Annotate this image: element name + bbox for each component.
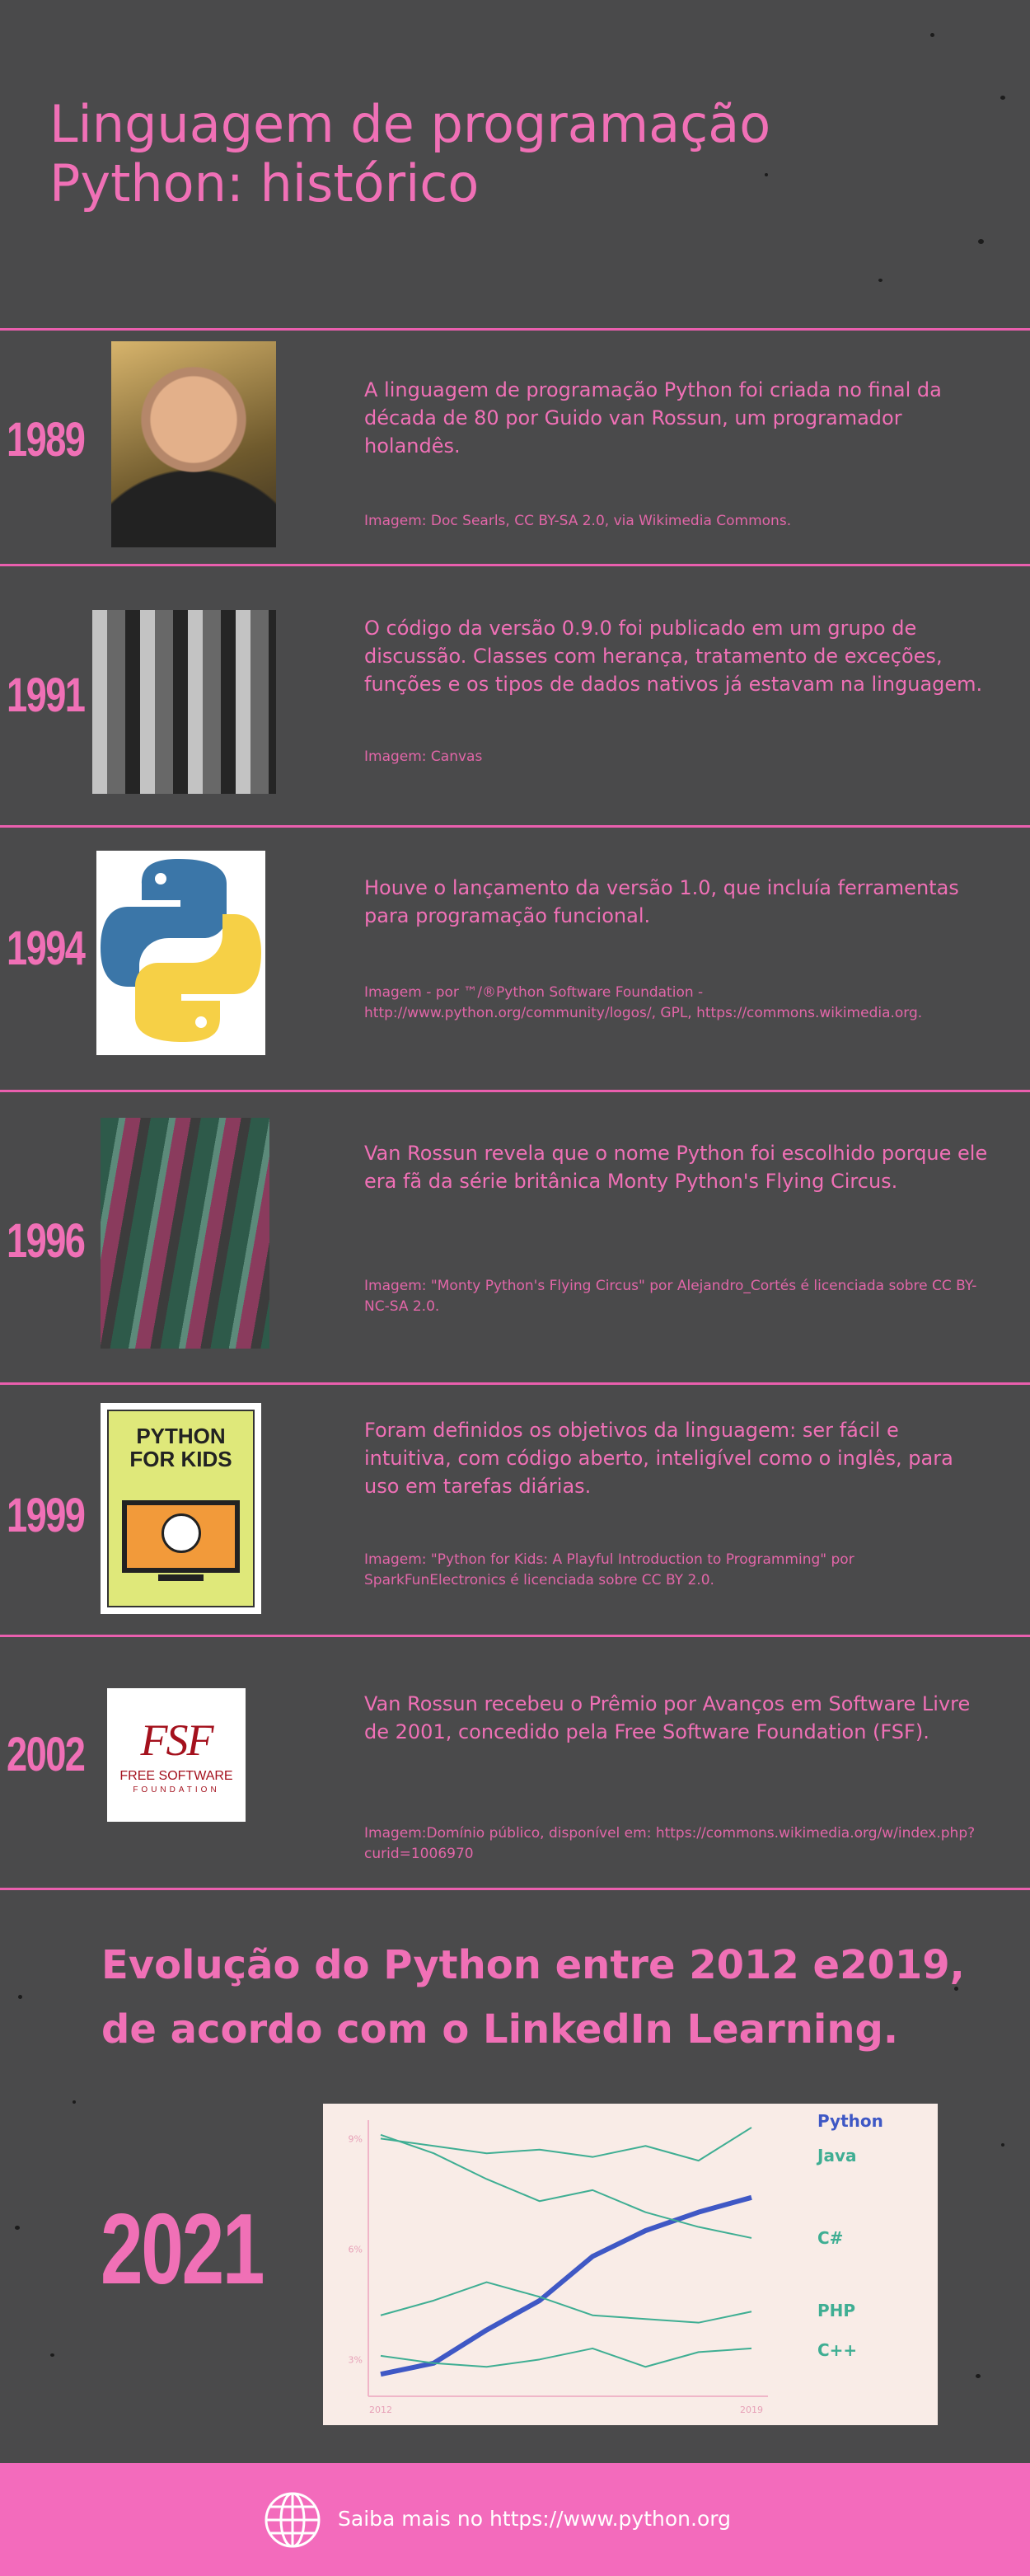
legend-label: Python (817, 2111, 883, 2131)
image-credit: Imagem: Canvas (364, 748, 483, 765)
divider (0, 564, 1030, 566)
year-label: 1989 (7, 413, 86, 467)
background-speck (878, 279, 883, 282)
divider (0, 1382, 1030, 1385)
background-speck (1001, 2143, 1004, 2147)
background-speck (15, 2226, 20, 2230)
python-website-link[interactable]: Saiba mais no https://www.python.org (338, 2507, 731, 2531)
background-speck (1000, 96, 1005, 100)
line-chart: 3% 6% 9% 2012 2019 Python Java C# PHP C++ (349, 2111, 883, 2415)
image-credit: Imagem: "Python for Kids: A Playful Intr… (364, 1551, 854, 1588)
divider (0, 1888, 1030, 1890)
divider (0, 1090, 1030, 1092)
image-credit: Imagem: Doc Searls, CC BY-SA 2.0, via Wi… (364, 513, 792, 529)
footer: Saiba mais no https://www.python.org (0, 2463, 1030, 2576)
python-for-kids-book-cover: PYTHON FOR KIDS (101, 1403, 261, 1614)
image-credit: Imagem:Domínio público, disponível em: h… (364, 1825, 976, 1862)
series-line-c (380, 2133, 752, 2239)
background-speck (978, 239, 984, 244)
chart-section-title: Evolução do Python entre 2012 e2019, de … (101, 1942, 965, 2053)
year-label: 1991 (7, 669, 86, 722)
entry-text: Houve o lançamento da versão 1.0, que in… (364, 876, 959, 927)
image-credit: Imagem: "Monty Python's Flying Circus" p… (364, 1278, 977, 1315)
x-tick-label: 2019 (740, 2405, 763, 2415)
year-label: 1999 (7, 1489, 86, 1542)
series-line-c (380, 2347, 752, 2368)
background-speck (930, 33, 934, 37)
divider (0, 1635, 1030, 1637)
background-speck (18, 1995, 22, 1999)
page-title: Linguagem de programação Python: históri… (49, 94, 771, 213)
year-label: 1994 (7, 922, 86, 975)
x-tick-label: 2012 (369, 2405, 392, 2415)
legend-label: C++ (817, 2340, 857, 2360)
monty-python-dvd-photo (101, 1118, 269, 1349)
y-tick-label: 9% (349, 2133, 363, 2144)
y-tick-label: 3% (349, 2354, 363, 2365)
divider (0, 328, 1030, 331)
legend-label: Java (816, 2146, 856, 2165)
series-line-php (380, 2281, 752, 2324)
series-line-java (380, 2127, 752, 2162)
book-title-line: FOR KIDS (129, 1447, 232, 1471)
entry-text: Van Rossun recebeu o Prêmio por Avanços … (364, 1692, 971, 1743)
fsf-logo-text: FOUNDATION (133, 1785, 220, 1795)
language-trend-chart: 3% 6% 9% 2012 2019 Python Java C# PHP C++ (323, 2104, 938, 2425)
entry-text: Van Rossun revela que o nome Python foi … (364, 1142, 988, 1193)
fsf-logo-text: FREE SOFTWARE (119, 1769, 233, 1783)
background-speck (50, 2353, 54, 2357)
discussion-group-photo (92, 610, 276, 794)
legend-label: C# (817, 2228, 843, 2248)
y-tick-label: 6% (349, 2244, 363, 2255)
entry-text: Foram definidos os objetivos da linguage… (364, 1419, 953, 1498)
series-line-python (380, 2194, 752, 2377)
image-credit: Imagem - por ™/®Python Software Foundati… (364, 984, 923, 1021)
guido-van-rossum-photo (111, 341, 276, 547)
year-label: 2002 (7, 1728, 86, 1781)
book-title-line: PYTHON (136, 1424, 226, 1448)
entry-text: O código da versão 0.9.0 foi publicado e… (364, 617, 983, 696)
background-speck (976, 2374, 981, 2378)
year-label-2021: 2021 (101, 2193, 265, 2305)
fsf-logo-image: FSF FREE SOFTWARE FOUNDATION (107, 1688, 246, 1822)
python-logo-icon (101, 859, 261, 1042)
entry-text: A linguagem de programação Python foi cr… (364, 378, 942, 457)
legend-label: PHP (817, 2301, 855, 2320)
divider (0, 825, 1030, 828)
globe-icon (265, 2492, 321, 2548)
background-speck (73, 2100, 76, 2104)
year-label: 1996 (7, 1214, 86, 1268)
fsf-logo-mark: FSF (140, 1715, 214, 1765)
python-logo-image (96, 851, 265, 1055)
